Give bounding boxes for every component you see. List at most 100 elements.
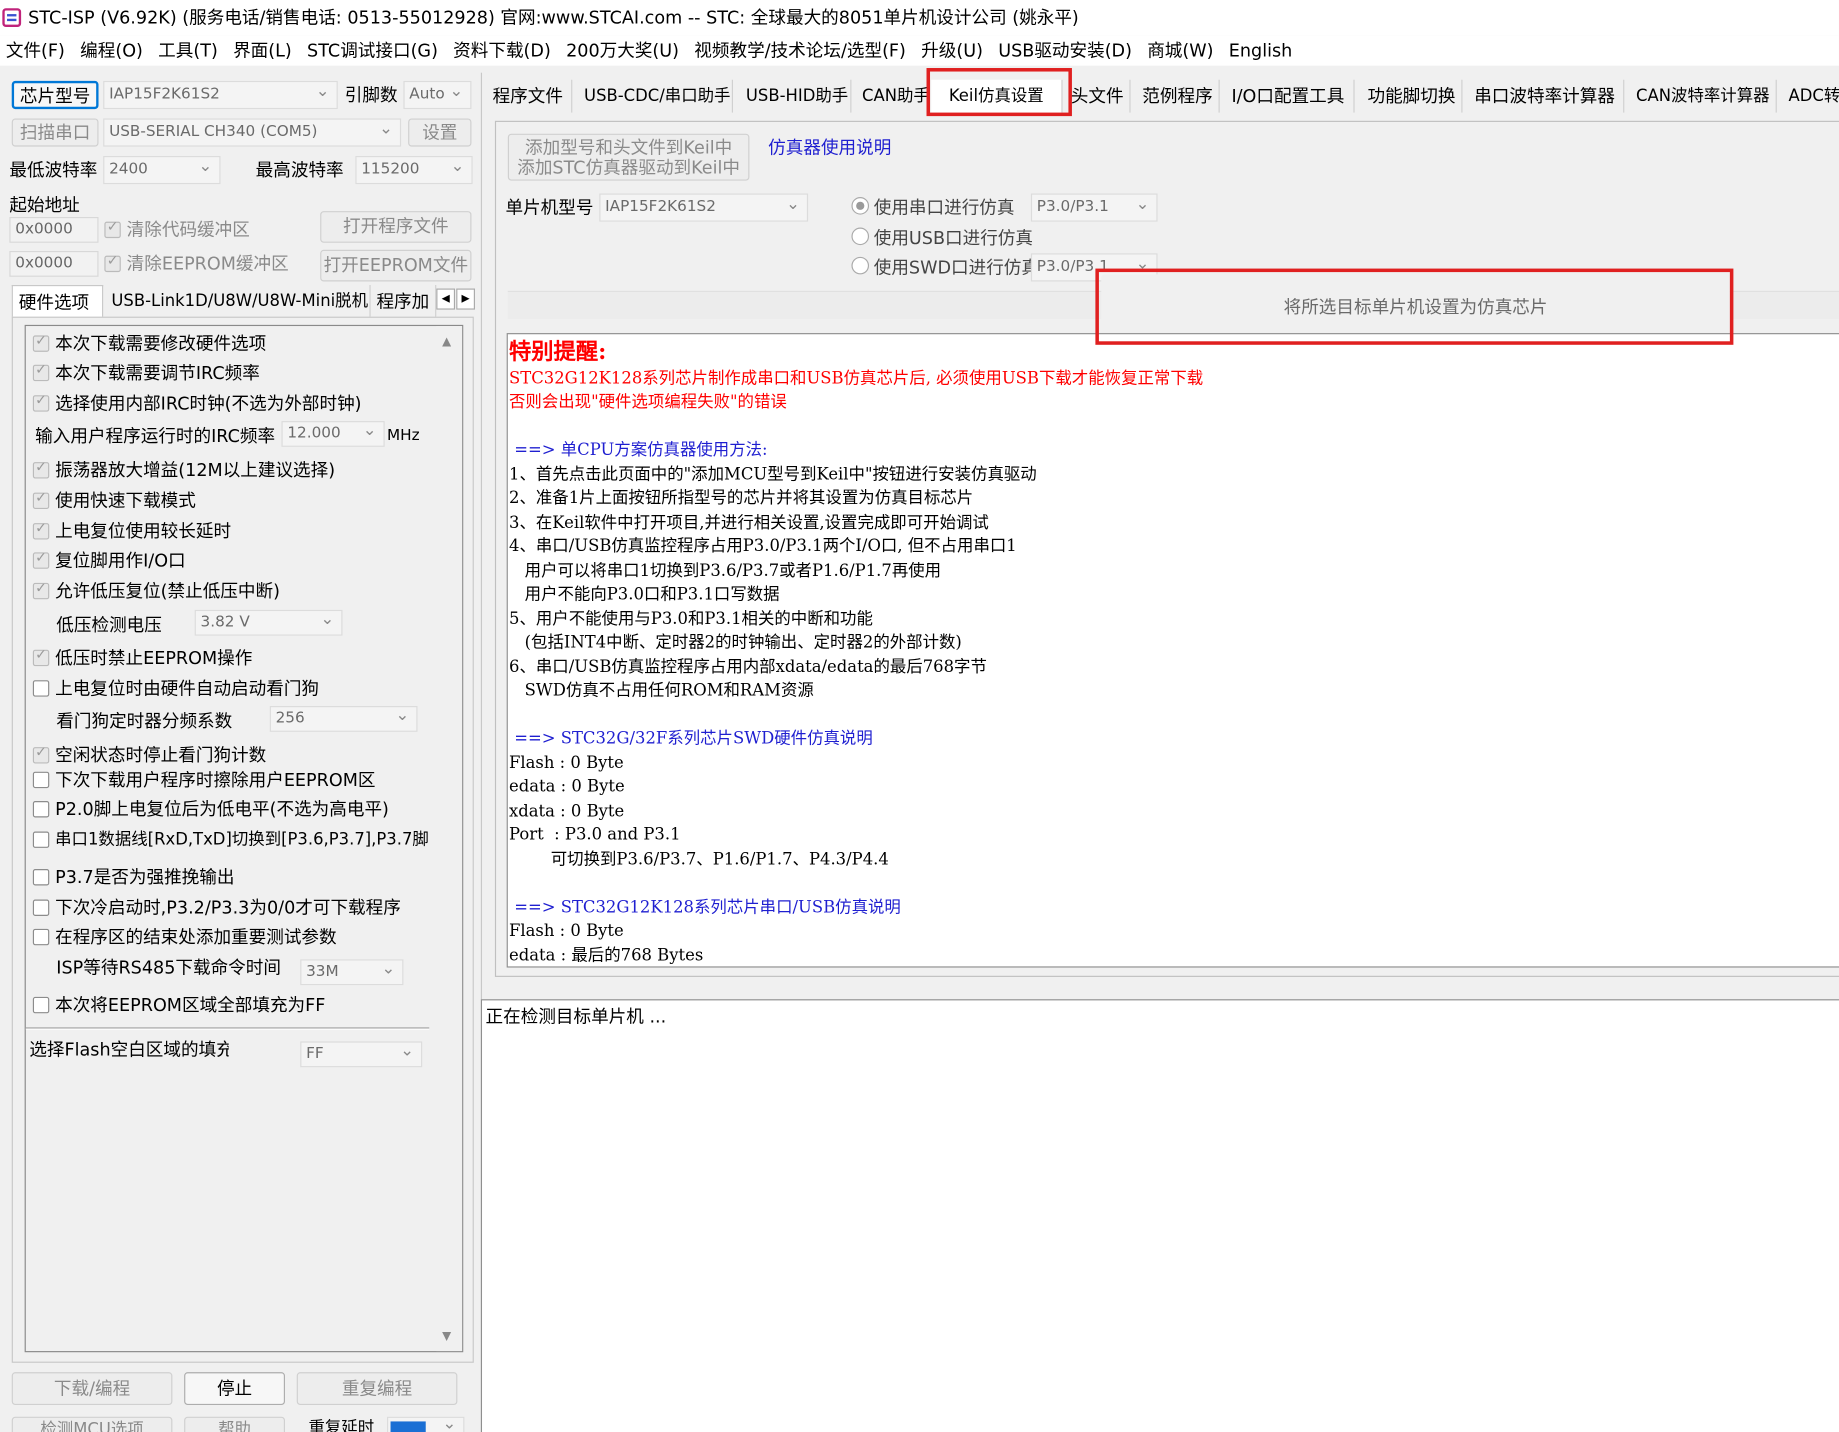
rs485-wait-select[interactable]: 33M <box>300 959 404 986</box>
irc-frequency-select[interactable]: 12.000 <box>281 421 385 447</box>
menu-program[interactable]: 编程(O) <box>74 35 152 65</box>
chip-model-select[interactable]: IAP15F2K61S2 <box>103 80 338 110</box>
left-subtabs: 硬件选项 USB-Link1D/U8W/U8W-Mini脱机 程序加 ◀ ▶ <box>11 284 475 318</box>
tab-pin-switch[interactable]: 功能脚切换 <box>1362 79 1463 113</box>
menu-debug-interface[interactable]: STC调试接口(G) <box>301 35 447 65</box>
option-checkbox[interactable] <box>32 899 50 916</box>
option-checkbox[interactable] <box>32 392 50 412</box>
max-baud-select[interactable]: 115200 <box>355 155 473 185</box>
option-checkbox[interactable] <box>32 459 50 479</box>
title-bar: STC-ISP (V6.92K) (服务电话/销售电话: 0513-550129… <box>0 0 1839 36</box>
option-checkbox[interactable] <box>32 869 50 886</box>
serial-port-select[interactable]: P3.0/P3.1 <box>1030 193 1158 222</box>
eeprom-start-address-input[interactable]: 0x0000 <box>9 250 99 277</box>
option-checkbox[interactable] <box>32 579 50 600</box>
tab-uart-baud-calculator[interactable]: 串口波特率计算器 <box>1468 79 1625 113</box>
notes-line: 4、串口/USB仿真监控程序占用P3.0/P3.1两个I/O口, 但不占用串口1 <box>508 537 1017 556</box>
port-select[interactable]: USB-SERIAL CH340 (COM5) <box>103 118 402 147</box>
code-start-address-input[interactable]: 0x0000 <box>9 216 99 243</box>
download-program-button[interactable]: 下载/编程 <box>11 1372 173 1406</box>
notes-line: edata : 最后的768 Bytes <box>508 946 704 966</box>
tab-usb-hid-assistant[interactable]: USB-HID助手 <box>740 79 852 113</box>
scroll-up-icon[interactable]: ▲ <box>442 335 451 348</box>
usb-emulation-label: 使用USB口进行仿真 <box>873 227 1033 249</box>
option-checkbox[interactable] <box>32 646 50 667</box>
option-checkbox[interactable] <box>32 680 50 697</box>
option-checkbox[interactable] <box>32 801 50 818</box>
scroll-down-icon[interactable]: ▼ <box>442 1330 451 1343</box>
menu-interface[interactable]: 界面(L) <box>227 35 301 65</box>
stop-button[interactable]: 停止 <box>184 1372 285 1406</box>
wdt-prescaler-select[interactable]: 256 <box>269 706 418 732</box>
option-label: 下次冷启动时,P3.2/P3.3为0/0才可下载程序 <box>55 897 401 919</box>
tab-can-baud-calculator[interactable]: CAN波特率计算器 <box>1630 79 1777 113</box>
tab-example-programs[interactable]: 范例程序 <box>1136 79 1220 113</box>
tab-usb-cdc-assistant[interactable]: USB-CDC/串口助手 <box>578 79 733 113</box>
usb-emulation-radio[interactable] <box>851 227 870 246</box>
option-label: 在程序区的结束处添加重要测试参数 <box>55 926 337 948</box>
menu-video-forum[interactable]: 视频教学/技术论坛/选型(F) <box>688 35 915 65</box>
tab-can-assistant[interactable]: CAN助手 <box>856 79 930 113</box>
repeat-program-button[interactable]: 重复编程 <box>296 1372 458 1406</box>
add-to-keil-button[interactable]: 添加型号和头文件到Keil中 添加STC仿真器驱动到Keil中 <box>507 133 750 181</box>
notes-line: 用户不能向P3.0口和P3.1口写数据 <box>508 585 780 604</box>
chip-model-button[interactable]: 芯片型号 <box>11 80 99 110</box>
notes-line: Port : P3.0 and P3.1 <box>508 825 681 845</box>
open-program-file-button[interactable]: 打开程序文件 <box>320 211 472 243</box>
clear-eeprom-buffer-checkbox[interactable] <box>104 252 121 273</box>
lvd-voltage-select[interactable]: 3.82 V <box>194 609 343 636</box>
option-checkbox[interactable] <box>32 489 50 509</box>
option-checkbox[interactable] <box>32 996 50 1014</box>
flash-fill-select[interactable]: FF <box>300 1041 423 1068</box>
open-eeprom-file-button[interactable]: 打开EEPROM文件 <box>320 249 472 282</box>
tab-program-file[interactable]: 程序文件 <box>487 79 573 113</box>
tab-io-config-tool[interactable]: I/O口配置工具 <box>1226 79 1355 113</box>
repeat-delay-label: 重复延时 <box>308 1419 375 1432</box>
menu-shop[interactable]: 商城(W) <box>1141 35 1223 65</box>
menu-english[interactable]: English <box>1223 35 1302 65</box>
emulator-manual-link[interactable]: 仿真器使用说明 <box>768 136 891 159</box>
clear-code-buffer-label: 清除代码缓冲区 <box>126 219 250 241</box>
tab-header-file[interactable]: 头文件 <box>1065 79 1131 113</box>
menu-tools[interactable]: 工具(T) <box>152 35 227 65</box>
max-baud-label: 最高波特率 <box>255 159 344 181</box>
option-checkbox[interactable] <box>32 744 50 764</box>
menu-award[interactable]: 200万大奖(U) <box>560 35 688 65</box>
menu-downloads[interactable]: 资料下载(D) <box>447 35 560 65</box>
port-settings-button[interactable]: 设置 <box>408 118 472 147</box>
scan-port-button[interactable]: 扫描串口 <box>11 118 99 147</box>
detect-mcu-options-button[interactable]: 检测MCU选项 <box>11 1416 173 1432</box>
help-button[interactable]: 帮助 <box>184 1416 285 1432</box>
option-checkbox[interactable] <box>32 549 50 569</box>
tab-scroll-right-icon[interactable]: ▶ <box>456 288 475 310</box>
menu-usb-driver[interactable]: USB驱动安装(D) <box>992 35 1141 65</box>
tab-adc-conversion[interactable]: ADC转换 <box>1783 80 1839 113</box>
option-label: 本次下载需要修改硬件选项 <box>55 333 267 355</box>
swd-emulation-radio[interactable] <box>851 256 870 275</box>
tab-usb-link[interactable]: USB-Link1D/U8W/U8W-Mini脱机 <box>106 284 371 318</box>
clear-code-buffer-checkbox[interactable] <box>104 218 121 239</box>
option-checkbox[interactable] <box>32 520 50 540</box>
min-baud-select[interactable]: 2400 <box>103 155 221 185</box>
mcu-model-label: 单片机型号 <box>505 197 594 219</box>
mcu-model-select[interactable]: IAP15F2K61S2 <box>599 193 809 222</box>
menu-file[interactable]: 文件(F) <box>0 35 74 65</box>
tab-hardware-options[interactable]: 硬件选项 <box>11 284 104 318</box>
options-scrollbar[interactable]: ▲ ▼ <box>436 326 463 1352</box>
menu-upgrade[interactable]: 升级(U) <box>915 35 992 65</box>
notes-line: 可切换到P3.6/P3.7、P1.6/P1.7、P4.3/P4.4 <box>508 850 889 870</box>
tab-program-encrypt[interactable]: 程序加 <box>371 284 437 318</box>
option-checkbox[interactable] <box>32 928 50 946</box>
option-label: 下次下载用户程序时擦除用户EEPROM区 <box>55 769 376 791</box>
tab-scroll-left-icon[interactable]: ◀ <box>436 288 456 310</box>
serial-emulation-radio[interactable] <box>851 197 870 215</box>
repeat-delay-select[interactable] <box>387 1416 465 1432</box>
option-checkbox[interactable] <box>32 771 50 789</box>
option-checkbox[interactable] <box>32 831 50 848</box>
option-checkbox[interactable] <box>32 332 50 352</box>
pins-select[interactable]: Auto <box>403 80 472 110</box>
option-checkbox[interactable] <box>32 361 50 382</box>
keil-settings-page: 添加型号和头文件到Keil中 添加STC仿真器驱动到Keil中 仿真器使用说明 … <box>494 120 1839 977</box>
notes-line: 否则会出现"硬件选项编程失败"的错误 <box>508 392 787 412</box>
notes-line: edata : 0 Byte <box>508 777 625 797</box>
